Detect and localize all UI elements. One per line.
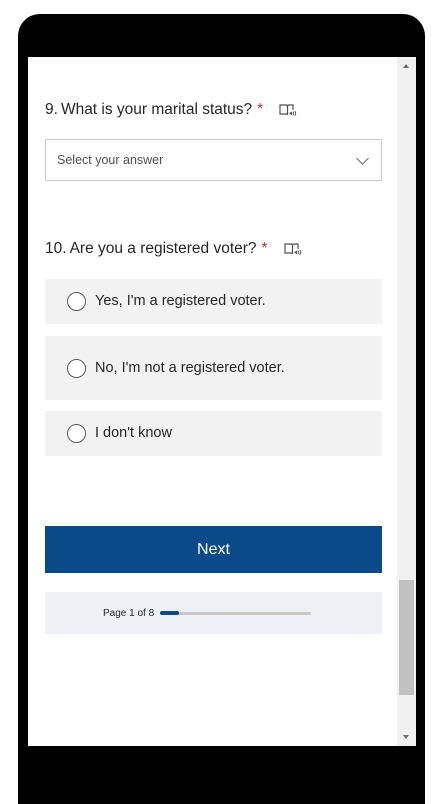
scrollbar[interactable]	[397, 57, 416, 746]
question-text: Are you a registered voter?	[69, 240, 257, 257]
scrollbar-thumb[interactable]	[399, 580, 414, 695]
progress-bar	[160, 611, 312, 615]
next-button[interactable]: Next	[45, 526, 382, 573]
immersive-reader-icon[interactable]	[279, 103, 297, 117]
scroll-up-arrow-icon[interactable]	[403, 64, 409, 68]
question-10-title: 10. Are you a registered voter? *	[45, 240, 302, 258]
radio-button[interactable]	[67, 424, 86, 443]
option-label: No, I'm not a registered voter.	[95, 359, 285, 376]
question-number: 10.	[45, 240, 67, 257]
required-mark: *	[257, 101, 264, 118]
immersive-reader-icon[interactable]	[283, 242, 302, 256]
progress-bar-fill	[160, 611, 180, 615]
question-text: What is your marital status?	[60, 101, 253, 118]
option-label: Yes, I'm a registered voter.	[95, 293, 266, 309]
radio-button[interactable]	[67, 358, 86, 378]
chevron-down-icon	[356, 152, 369, 165]
page-progress: Page 1 of 8	[45, 592, 382, 634]
marital-status-dropdown[interactable]: Select your answer	[45, 139, 382, 181]
voter-option-no[interactable]: No, I'm not a registered voter.	[45, 336, 382, 400]
voter-option-yes[interactable]: Yes, I'm a registered voter.	[45, 279, 382, 324]
required-mark: *	[261, 240, 268, 257]
option-label: I don't know	[95, 425, 172, 441]
dropdown-placeholder: Select your answer	[57, 153, 164, 167]
scroll-down-arrow-icon[interactable]	[403, 735, 409, 739]
question-9-title: 9. What is your marital status? *	[45, 101, 297, 119]
form-content: 9. What is your marital status? * Select…	[28, 57, 397, 746]
form-screen: 9. What is your marital status? * Select…	[28, 57, 397, 746]
radio-button[interactable]	[67, 292, 86, 311]
page-indicator: Page 1 of 8	[103, 607, 155, 619]
question-number: 9.	[45, 101, 58, 118]
voter-option-dont-know[interactable]: I don't know	[45, 411, 382, 456]
